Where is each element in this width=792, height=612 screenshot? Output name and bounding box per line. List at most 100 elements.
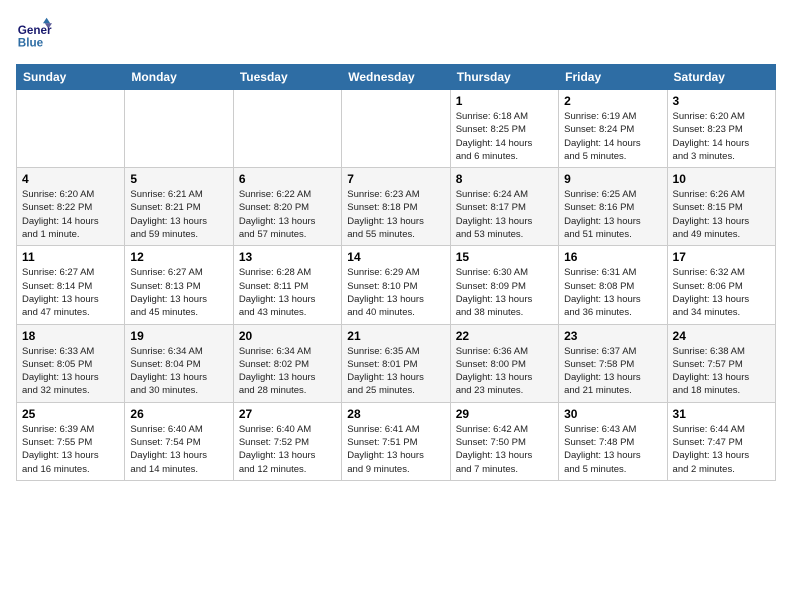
day-number: 22 xyxy=(456,329,553,343)
calendar-header-row: SundayMondayTuesdayWednesdayThursdayFrid… xyxy=(17,65,776,90)
calendar-cell: 27 Sunrise: 6:40 AM Sunset: 7:52 PM Dayli… xyxy=(233,402,341,480)
day-info: Sunrise: 6:33 AM Sunset: 8:05 PM Dayligh… xyxy=(22,345,119,398)
logo: General Blue xyxy=(16,16,56,52)
calendar-cell: 29 Sunrise: 6:42 AM Sunset: 7:50 PM Dayli… xyxy=(450,402,558,480)
calendar-cell: 16Sunrise: 6:31 AM Sunset: 8:08 PM Dayli… xyxy=(559,246,667,324)
day-number: 5 xyxy=(130,172,227,186)
day-number: 4 xyxy=(22,172,119,186)
day-info: Sunrise: 6:25 AM Sunset: 8:16 PM Dayligh… xyxy=(564,188,661,241)
calendar-cell xyxy=(233,90,341,168)
calendar-cell xyxy=(342,90,450,168)
day-info: Sunrise: 6:27 AM Sunset: 8:13 PM Dayligh… xyxy=(130,266,227,319)
calendar-cell: 12 Sunrise: 6:27 AM Sunset: 8:13 PM Dayli… xyxy=(125,246,233,324)
calendar-table: SundayMondayTuesdayWednesdayThursdayFrid… xyxy=(16,64,776,481)
calendar-week-row: 18 Sunrise: 6:33 AM Sunset: 8:05 PM Dayli… xyxy=(17,324,776,402)
calendar-cell: 7 Sunrise: 6:23 AM Sunset: 8:18 PM Daylig… xyxy=(342,168,450,246)
day-info: Sunrise: 6:36 AM Sunset: 8:00 PM Dayligh… xyxy=(456,345,553,398)
day-info: Sunrise: 6:20 AM Sunset: 8:22 PM Dayligh… xyxy=(22,188,119,241)
day-number: 29 xyxy=(456,407,553,421)
day-info: Sunrise: 6:26 AM Sunset: 8:15 PM Dayligh… xyxy=(673,188,770,241)
calendar-cell: 30 Sunrise: 6:43 AM Sunset: 7:48 PM Dayli… xyxy=(559,402,667,480)
day-number: 20 xyxy=(239,329,336,343)
day-info: Sunrise: 6:39 AM Sunset: 7:55 PM Dayligh… xyxy=(22,423,119,476)
day-info: Sunrise: 6:35 AM Sunset: 8:01 PM Dayligh… xyxy=(347,345,444,398)
day-number: 7 xyxy=(347,172,444,186)
day-number: 24 xyxy=(673,329,770,343)
calendar-cell: 11Sunrise: 6:27 AM Sunset: 8:14 PM Dayli… xyxy=(17,246,125,324)
day-info: Sunrise: 6:37 AM Sunset: 7:58 PM Dayligh… xyxy=(564,345,661,398)
calendar-cell xyxy=(125,90,233,168)
day-header-saturday: Saturday xyxy=(667,65,775,90)
day-info: Sunrise: 6:27 AM Sunset: 8:14 PM Dayligh… xyxy=(22,266,119,319)
calendar-cell: 18 Sunrise: 6:33 AM Sunset: 8:05 PM Dayli… xyxy=(17,324,125,402)
calendar-cell: 22 Sunrise: 6:36 AM Sunset: 8:00 PM Dayli… xyxy=(450,324,558,402)
day-number: 15 xyxy=(456,250,553,264)
day-info: Sunrise: 6:21 AM Sunset: 8:21 PM Dayligh… xyxy=(130,188,227,241)
svg-text:Blue: Blue xyxy=(18,37,44,50)
calendar-cell xyxy=(17,90,125,168)
day-number: 31 xyxy=(673,407,770,421)
day-info: Sunrise: 6:24 AM Sunset: 8:17 PM Dayligh… xyxy=(456,188,553,241)
calendar-cell: 17Sunrise: 6:32 AM Sunset: 8:06 PM Dayli… xyxy=(667,246,775,324)
calendar-cell: 15 Sunrise: 6:30 AM Sunset: 8:09 PM Dayli… xyxy=(450,246,558,324)
day-info: Sunrise: 6:19 AM Sunset: 8:24 PM Dayligh… xyxy=(564,110,661,163)
day-number: 27 xyxy=(239,407,336,421)
calendar-cell: 20 Sunrise: 6:34 AM Sunset: 8:02 PM Dayli… xyxy=(233,324,341,402)
day-number: 23 xyxy=(564,329,661,343)
day-header-tuesday: Tuesday xyxy=(233,65,341,90)
calendar-cell: 2 Sunrise: 6:19 AM Sunset: 8:24 PM Daylig… xyxy=(559,90,667,168)
day-header-sunday: Sunday xyxy=(17,65,125,90)
calendar-cell: 10 Sunrise: 6:26 AM Sunset: 8:15 PM Dayli… xyxy=(667,168,775,246)
day-info: Sunrise: 6:34 AM Sunset: 8:02 PM Dayligh… xyxy=(239,345,336,398)
calendar-cell: 23 Sunrise: 6:37 AM Sunset: 7:58 PM Dayli… xyxy=(559,324,667,402)
calendar-week-row: 25 Sunrise: 6:39 AM Sunset: 7:55 PM Dayli… xyxy=(17,402,776,480)
day-info: Sunrise: 6:42 AM Sunset: 7:50 PM Dayligh… xyxy=(456,423,553,476)
calendar-cell: 25 Sunrise: 6:39 AM Sunset: 7:55 PM Dayli… xyxy=(17,402,125,480)
day-header-monday: Monday xyxy=(125,65,233,90)
calendar-cell: 26 Sunrise: 6:40 AM Sunset: 7:54 PM Dayli… xyxy=(125,402,233,480)
day-number: 14 xyxy=(347,250,444,264)
day-info: Sunrise: 6:41 AM Sunset: 7:51 PM Dayligh… xyxy=(347,423,444,476)
calendar-cell: 1Sunrise: 6:18 AM Sunset: 8:25 PM Daylig… xyxy=(450,90,558,168)
calendar-cell: 13Sunrise: 6:28 AM Sunset: 8:11 PM Dayli… xyxy=(233,246,341,324)
day-info: Sunrise: 6:18 AM Sunset: 8:25 PM Dayligh… xyxy=(456,110,553,163)
day-header-wednesday: Wednesday xyxy=(342,65,450,90)
calendar-cell: 21 Sunrise: 6:35 AM Sunset: 8:01 PM Dayli… xyxy=(342,324,450,402)
day-number: 10 xyxy=(673,172,770,186)
calendar-cell: 28Sunrise: 6:41 AM Sunset: 7:51 PM Dayli… xyxy=(342,402,450,480)
day-number: 8 xyxy=(456,172,553,186)
day-info: Sunrise: 6:23 AM Sunset: 8:18 PM Dayligh… xyxy=(347,188,444,241)
page-header: General Blue xyxy=(16,16,776,52)
day-info: Sunrise: 6:28 AM Sunset: 8:11 PM Dayligh… xyxy=(239,266,336,319)
day-info: Sunrise: 6:43 AM Sunset: 7:48 PM Dayligh… xyxy=(564,423,661,476)
day-number: 18 xyxy=(22,329,119,343)
calendar-cell: 6Sunrise: 6:22 AM Sunset: 8:20 PM Daylig… xyxy=(233,168,341,246)
day-number: 9 xyxy=(564,172,661,186)
day-number: 12 xyxy=(130,250,227,264)
calendar-cell: 9 Sunrise: 6:25 AM Sunset: 8:16 PM Daylig… xyxy=(559,168,667,246)
calendar-cell: 14Sunrise: 6:29 AM Sunset: 8:10 PM Dayli… xyxy=(342,246,450,324)
day-header-thursday: Thursday xyxy=(450,65,558,90)
calendar-week-row: 4 Sunrise: 6:20 AM Sunset: 8:22 PM Daylig… xyxy=(17,168,776,246)
day-info: Sunrise: 6:30 AM Sunset: 8:09 PM Dayligh… xyxy=(456,266,553,319)
day-number: 3 xyxy=(673,94,770,108)
logo-icon: General Blue xyxy=(16,16,52,52)
calendar-cell: 5 Sunrise: 6:21 AM Sunset: 8:21 PM Daylig… xyxy=(125,168,233,246)
day-number: 16 xyxy=(564,250,661,264)
day-number: 25 xyxy=(22,407,119,421)
day-info: Sunrise: 6:32 AM Sunset: 8:06 PM Dayligh… xyxy=(673,266,770,319)
day-info: Sunrise: 6:40 AM Sunset: 7:52 PM Dayligh… xyxy=(239,423,336,476)
calendar-cell: 4 Sunrise: 6:20 AM Sunset: 8:22 PM Daylig… xyxy=(17,168,125,246)
day-number: 6 xyxy=(239,172,336,186)
calendar-cell: 8 Sunrise: 6:24 AM Sunset: 8:17 PM Daylig… xyxy=(450,168,558,246)
day-info: Sunrise: 6:20 AM Sunset: 8:23 PM Dayligh… xyxy=(673,110,770,163)
calendar-cell: 24 Sunrise: 6:38 AM Sunset: 7:57 PM Dayli… xyxy=(667,324,775,402)
day-number: 21 xyxy=(347,329,444,343)
day-info: Sunrise: 6:38 AM Sunset: 7:57 PM Dayligh… xyxy=(673,345,770,398)
day-number: 30 xyxy=(564,407,661,421)
day-number: 26 xyxy=(130,407,227,421)
calendar-cell: 19Sunrise: 6:34 AM Sunset: 8:04 PM Dayli… xyxy=(125,324,233,402)
day-number: 2 xyxy=(564,94,661,108)
day-info: Sunrise: 6:40 AM Sunset: 7:54 PM Dayligh… xyxy=(130,423,227,476)
day-header-friday: Friday xyxy=(559,65,667,90)
